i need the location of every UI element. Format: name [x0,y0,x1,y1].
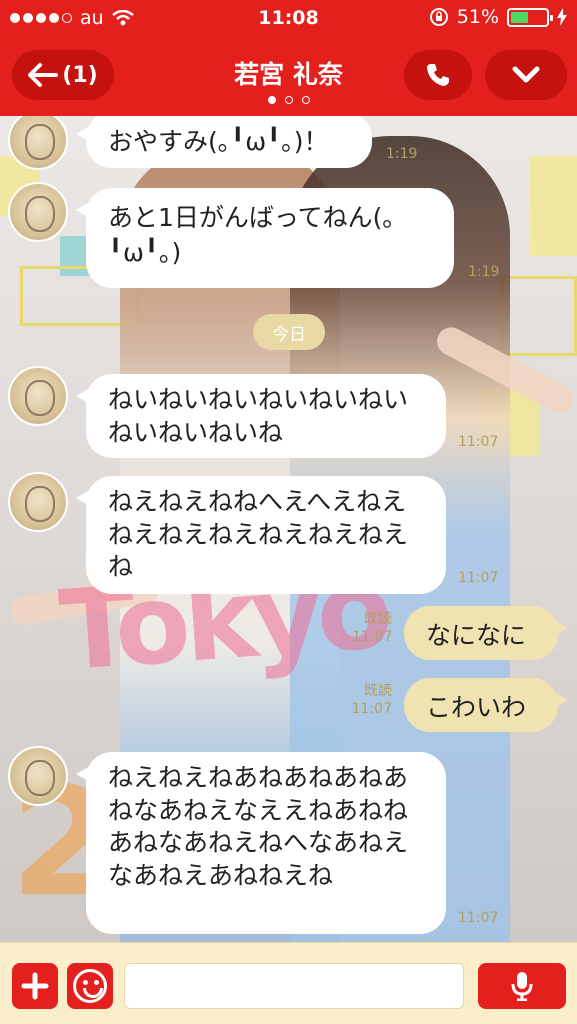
menu-button[interactable] [485,50,567,100]
header-bar: au 11:08 51% (1) 若宮 礼奈 [0,0,577,116]
read-receipt: 既読 11:07 [352,611,393,646]
status-bar: au 11:08 51% [0,0,577,34]
avatar[interactable] [8,366,68,426]
chevron-down-icon [512,66,540,83]
page-dot [301,96,310,104]
battery-icon [507,7,553,27]
rotation-lock-icon [429,8,448,26]
emoji-button[interactable] [67,963,113,1009]
call-button[interactable] [404,50,472,100]
page-indicator [0,96,577,104]
voice-button[interactable] [478,963,566,1009]
message-bubble[interactable]: ねいねいねいねいねいねいねいねいねいね [76,374,446,458]
plus-icon [21,972,49,1000]
emoji-icon [73,969,107,1003]
phone-icon [427,64,449,86]
date-separator: 今日 [253,314,325,350]
page-dot [284,96,293,104]
message-time: 11:07 [458,910,499,926]
message-bubble[interactable]: ねえねえねねへえへえねえねえねえねえねえねえねえね [76,476,446,594]
message-time: 11:07 [458,434,499,450]
charging-icon [557,8,567,26]
message-bubble[interactable]: こわいわ [404,678,568,732]
avatar[interactable] [8,472,68,532]
message-bubble[interactable]: ねえねえねあねあねあねあねなあねえなええねあねねあねなあねえねへなあねえなあねえ… [76,752,446,934]
plus-button[interactable] [12,963,58,1009]
message-bubble[interactable]: あと1日がんばってねん(｡╹ω╹｡) [76,188,454,288]
avatar[interactable] [8,746,68,806]
read-receipt: 既読 11:07 [351,683,392,718]
message-time: 11:07 [458,570,499,586]
message-input[interactable] [124,963,464,1009]
microphone-icon [511,972,533,1001]
message-time: 1:19 [386,146,418,162]
avatar[interactable] [8,116,68,170]
chat-area[interactable]: Tokyo 2 おやすみ(｡╹ω╹｡)！ 1:19 あと1日がんばってねん(｡╹… [0,116,577,942]
message-bubble[interactable]: なになに [404,606,568,660]
page-dot [267,96,276,104]
input-bar [0,942,577,1024]
avatar[interactable] [8,182,68,242]
message-time: 1:19 [468,264,500,280]
message-bubble[interactable]: おやすみ(｡╹ω╹｡)！ [76,116,372,168]
battery-percent: 51% [456,6,499,28]
